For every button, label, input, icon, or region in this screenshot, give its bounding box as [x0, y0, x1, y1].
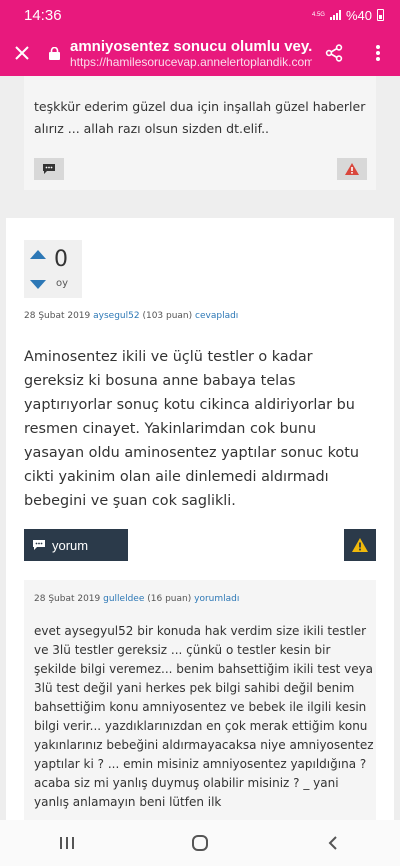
signal-icon — [329, 10, 341, 20]
more-options-button[interactable] — [356, 30, 400, 76]
previous-comment: teşkkür ederim güzel dua için inşallah g… — [24, 76, 376, 190]
browser-toolbar: amniyosentez sonucu olumlu vey... https:… — [0, 30, 400, 76]
reply-user-link[interactable]: gulleldee — [103, 594, 144, 604]
answer-date: 28 Şubat 2019 — [24, 311, 91, 321]
warning-icon — [352, 538, 368, 552]
status-bar: 14:36 4.5G %40 — [0, 0, 400, 30]
reply-points: (16 puan) — [147, 594, 192, 604]
share-icon — [325, 44, 343, 62]
home-button[interactable] — [170, 823, 230, 863]
answer-action[interactable]: cevapladı — [195, 311, 238, 321]
reply-action[interactable]: yorumladı — [194, 594, 239, 604]
more-vert-icon — [376, 45, 380, 61]
page-url: https://hamilesorucevap.annelertoplandik… — [70, 54, 312, 69]
add-comment-button[interactable]: yorum — [24, 529, 128, 561]
share-button[interactable] — [312, 30, 356, 76]
answer-points: (103 puan) — [142, 311, 193, 321]
close-icon — [15, 46, 29, 60]
speech-bubble-icon — [43, 164, 55, 174]
battery-icon — [377, 9, 384, 21]
close-tab-button[interactable] — [0, 30, 44, 76]
add-comment-label: yorum — [52, 537, 89, 553]
upvote-icon[interactable] — [30, 250, 46, 259]
vote-count: 0 — [54, 247, 68, 272]
report-answer-button[interactable] — [344, 529, 376, 561]
reply-date: 28 Şubat 2019 — [34, 594, 101, 604]
downvote-icon[interactable] — [30, 280, 46, 289]
recent-apps-button[interactable] — [37, 823, 97, 863]
battery-percent: %40 — [345, 7, 372, 23]
answer-user-link[interactable]: aysegul52 — [93, 311, 139, 321]
recent-apps-icon — [59, 837, 74, 849]
vote-label: oy — [56, 278, 69, 289]
status-indicators: 4.5G %40 — [312, 8, 384, 23]
page-title-area[interactable]: amniyosentez sonucu olumlu vey... https:… — [62, 38, 312, 69]
report-button[interactable] — [337, 158, 367, 180]
home-icon — [191, 835, 208, 851]
system-nav-bar — [0, 820, 400, 866]
back-button[interactable] — [303, 823, 363, 863]
network-type: 4.5G — [311, 12, 325, 18]
reply-body: evet aysegyul52 bir konuda hak verdim si… — [34, 624, 374, 809]
vote-box: 0 oy — [24, 240, 82, 298]
back-icon — [328, 836, 338, 850]
lock-icon — [46, 46, 62, 60]
status-time: 14:36 — [24, 6, 62, 24]
page-title: amniyosentez sonucu olumlu vey... — [70, 37, 312, 55]
comment-text: teşkkür ederim güzel dua için inşallah g… — [34, 99, 366, 136]
reply-comment: 28 Şubat 2019 gulleldee (16 puan) yoruml… — [24, 580, 376, 820]
comment-button[interactable] — [34, 158, 64, 180]
reply-meta: 28 Şubat 2019 gulleldee (16 puan) yoruml… — [34, 594, 239, 604]
answer-body: Aminosentez ikili ve üçlü testler o kada… — [24, 349, 360, 509]
answer-meta: 28 Şubat 2019 aysegul52 (103 puan) cevap… — [24, 311, 238, 321]
speech-bubble-icon — [33, 540, 45, 550]
warning-icon — [345, 163, 359, 175]
